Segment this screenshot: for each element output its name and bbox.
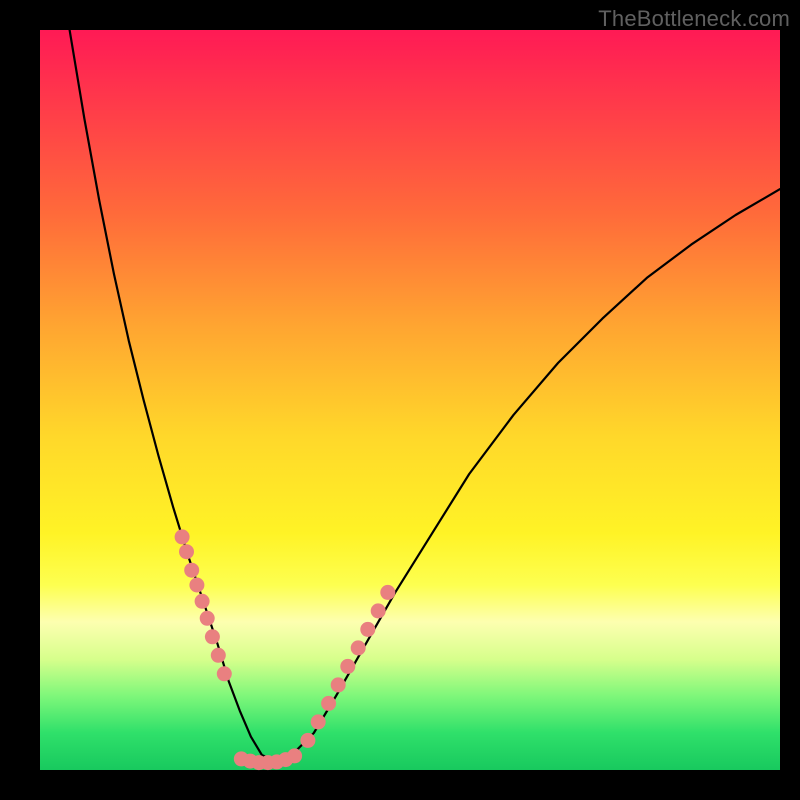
data-point: [175, 529, 190, 544]
data-point: [287, 748, 302, 763]
data-point: [351, 640, 366, 655]
data-point: [184, 563, 199, 578]
data-point: [300, 733, 315, 748]
bottleneck-curve: [70, 30, 780, 761]
dots-right: [300, 585, 395, 748]
data-point: [200, 611, 215, 626]
data-point: [311, 714, 326, 729]
curve-svg: [40, 30, 780, 770]
dots-left: [175, 529, 232, 681]
data-point: [195, 594, 210, 609]
data-point: [380, 585, 395, 600]
plot-area: [40, 30, 780, 770]
dots-bottom: [234, 748, 302, 770]
data-point: [179, 544, 194, 559]
data-point: [340, 659, 355, 674]
data-point: [189, 578, 204, 593]
data-point: [371, 603, 386, 618]
watermark-text: TheBottleneck.com: [598, 6, 790, 32]
chart-frame: TheBottleneck.com: [0, 0, 800, 800]
data-point: [211, 648, 226, 663]
data-point: [321, 696, 336, 711]
data-point: [205, 629, 220, 644]
data-point: [331, 677, 346, 692]
data-point: [360, 622, 375, 637]
data-point: [217, 666, 232, 681]
